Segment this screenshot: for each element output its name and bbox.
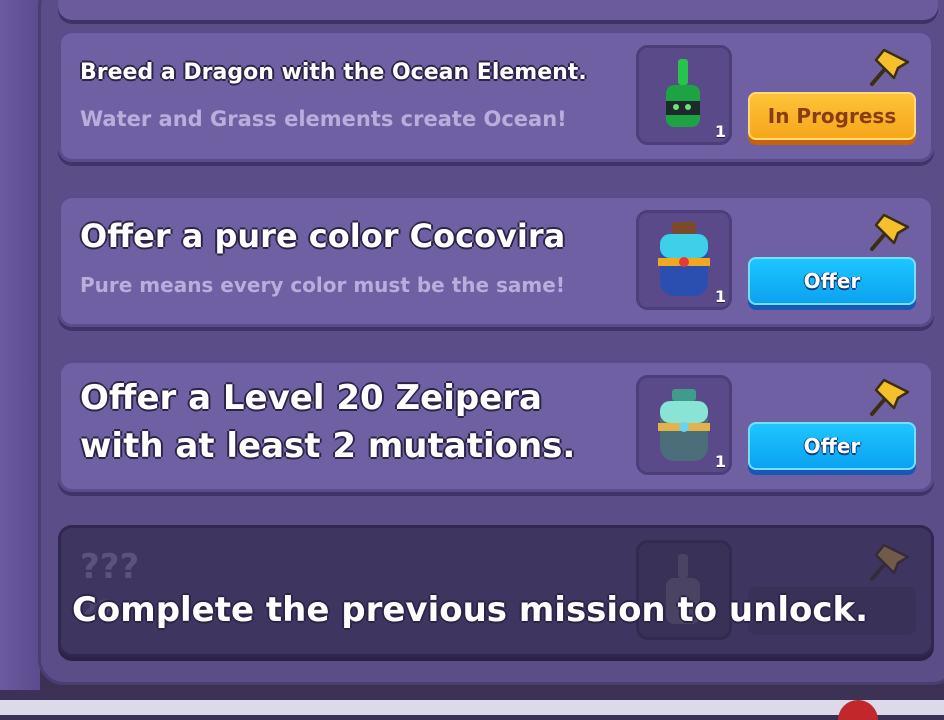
mission-card-cocovira: Offer a pure color Cocovira Pure means e…: [58, 195, 934, 327]
pin-icon[interactable]: [868, 211, 912, 255]
item-count: 1: [714, 122, 726, 141]
mission-hint: Water and Grass elements create Ocean!: [80, 107, 567, 131]
background-left: [0, 0, 40, 715]
pin-icon[interactable]: [868, 376, 912, 420]
locked-message: Complete the previous mission to unlock.: [71, 590, 869, 630]
previous-mission-card-edge: [58, 0, 938, 20]
offer-button[interactable]: Offer: [748, 422, 916, 470]
mission-card-zeipera: Offer a Level 20 Zeipera with at least 2…: [58, 360, 934, 492]
bottom-light-strip: [0, 700, 944, 715]
potion-jar-icon: [658, 389, 710, 461]
reward-item-slot[interactable]: 1: [636, 210, 732, 310]
mission-title: Offer a pure color Cocovira: [80, 217, 566, 255]
offer-button[interactable]: Offer: [748, 257, 916, 305]
locked-title: ???: [80, 547, 140, 587]
item-count: 1: [714, 287, 726, 306]
item-count: 1: [714, 452, 726, 471]
bottle-icon: [666, 59, 700, 127]
mission-title-line1: Offer a Level 20 Zeipera: [80, 378, 542, 418]
potion-jar-icon: [658, 222, 710, 296]
mission-card-ocean: Breed a Dragon with the Ocean Element. W…: [58, 30, 934, 162]
mission-title: Breed a Dragon with the Ocean Element.: [80, 60, 587, 85]
pin-icon: [870, 543, 910, 581]
reward-item-slot[interactable]: 1: [636, 375, 732, 475]
mission-hint: Pure means every color must be the same!: [80, 273, 565, 297]
in-progress-button[interactable]: In Progress: [748, 92, 916, 140]
reward-item-slot[interactable]: 1: [636, 45, 732, 145]
pin-icon[interactable]: [868, 46, 912, 90]
mission-title-line2: with at least 2 mutations.: [80, 426, 576, 466]
